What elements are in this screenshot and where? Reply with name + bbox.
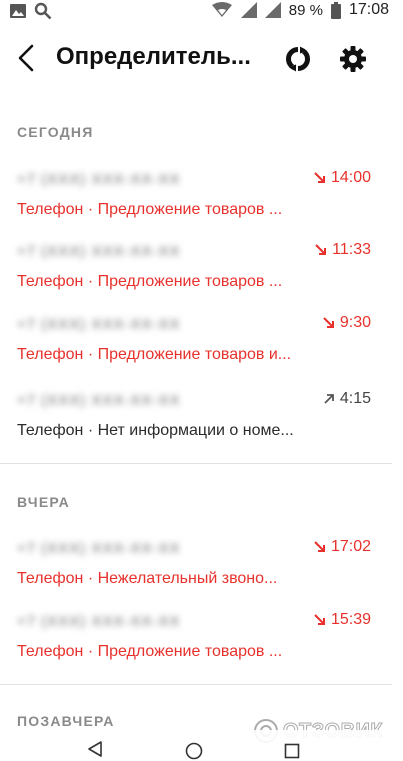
- search-icon: [34, 2, 52, 20]
- image-icon: [10, 4, 26, 18]
- call-time-text: 9:30: [339, 314, 371, 331]
- status-bar-left: [10, 2, 52, 20]
- call-number: +7 (XXX) XXX-XX-XX: [17, 243, 181, 260]
- call-time: 9:30: [323, 314, 371, 332]
- settings-button[interactable]: [338, 44, 368, 74]
- section-header-today: СЕГОДНЯ: [17, 124, 94, 140]
- call-time-text: 15:39: [330, 611, 371, 628]
- back-button[interactable]: [12, 42, 42, 74]
- app-bar: Определитель...: [0, 30, 403, 86]
- section-divider: [0, 463, 392, 464]
- section-header-yesterday: ВЧЕРА: [17, 494, 70, 510]
- call-number: +7 (XXX) XXX-XX-XX: [17, 540, 181, 557]
- missed-call-arrow-icon: [315, 244, 327, 255]
- call-number: +7 (XXX) XXX-XX-XX: [17, 392, 181, 409]
- call-row[interactable]: +7 (XXX) XXX-XX-XX 11:33 Телефон · Предл…: [0, 241, 403, 315]
- signal-icon: [264, 2, 281, 18]
- call-time-text: 17:02: [330, 538, 371, 555]
- call-row[interactable]: +7 (XXX) XXX-XX-XX 14:00 Телефон · Предл…: [0, 169, 403, 243]
- page-title: Определитель...: [56, 43, 251, 70]
- section-header-day-before-yesterday: ПОЗАВЧЕРА: [17, 713, 115, 729]
- call-description: Телефон · Предложение товаров ...: [17, 273, 283, 290]
- call-time: 17:02: [314, 538, 371, 556]
- wifi-icon: [211, 2, 232, 17]
- nav-recents-icon[interactable]: [284, 743, 300, 759]
- call-description: Телефон · Нет информации о номе...: [17, 422, 294, 439]
- missed-call-arrow-icon: [314, 172, 325, 183]
- call-time: 14:00: [314, 169, 371, 187]
- battery-icon: [330, 1, 341, 19]
- call-time: 11:33: [315, 241, 371, 259]
- call-number: +7 (XXX) XXX-XX-XX: [17, 171, 181, 188]
- missed-call-arrow-icon: [314, 614, 325, 625]
- back-arrow-icon: [18, 44, 34, 72]
- call-number: +7 (XXX) XXX-XX-XX: [17, 316, 181, 333]
- missed-call-arrow-icon: [314, 541, 325, 552]
- call-time-text: 4:15: [339, 390, 371, 407]
- outgoing-call-arrow-icon: [324, 394, 334, 404]
- call-row[interactable]: +7 (XXX) XXX-XX-XX 15:39 Телефон · Предл…: [0, 611, 403, 685]
- status-bar: 89 % 17:08: [0, 0, 403, 22]
- call-row[interactable]: +7 (XXX) XXX-XX-XX 4:15 Телефон · Нет ин…: [0, 390, 403, 464]
- call-number: +7 (XXX) XXX-XX-XX: [17, 613, 181, 630]
- call-time: 15:39: [314, 611, 371, 629]
- refresh-icon: [286, 46, 310, 72]
- refresh-button[interactable]: [284, 45, 312, 73]
- gear-icon: [340, 46, 366, 72]
- navigation-bar: [0, 730, 403, 761]
- call-row[interactable]: +7 (XXX) XXX-XX-XX 17:02 Телефон · Нежел…: [0, 538, 403, 612]
- call-time-text: 14:00: [330, 169, 371, 186]
- call-row[interactable]: +7 (XXX) XXX-XX-XX 9:30 Телефон · Предло…: [0, 314, 403, 388]
- signal-icon: [240, 2, 257, 18]
- clock: 17:08: [348, 1, 389, 18]
- call-description: Телефон · Нежелательный звоно...: [17, 570, 278, 587]
- missed-call-arrow-icon: [323, 317, 334, 328]
- call-description: Телефон · Предложение товаров и...: [17, 346, 292, 363]
- call-time: 4:15: [323, 390, 371, 408]
- nav-back-icon[interactable]: [86, 740, 104, 758]
- section-divider: [0, 684, 392, 685]
- call-time-text: 11:33: [332, 241, 371, 258]
- nav-home-icon[interactable]: [185, 742, 203, 760]
- call-description: Телефон · Предложение товаров ...: [17, 201, 283, 218]
- call-description: Телефон · Предложение товаров ...: [17, 643, 283, 660]
- battery-percent: 89 %: [288, 1, 323, 19]
- status-bar-right: 89 % 17:08: [211, 1, 389, 19]
